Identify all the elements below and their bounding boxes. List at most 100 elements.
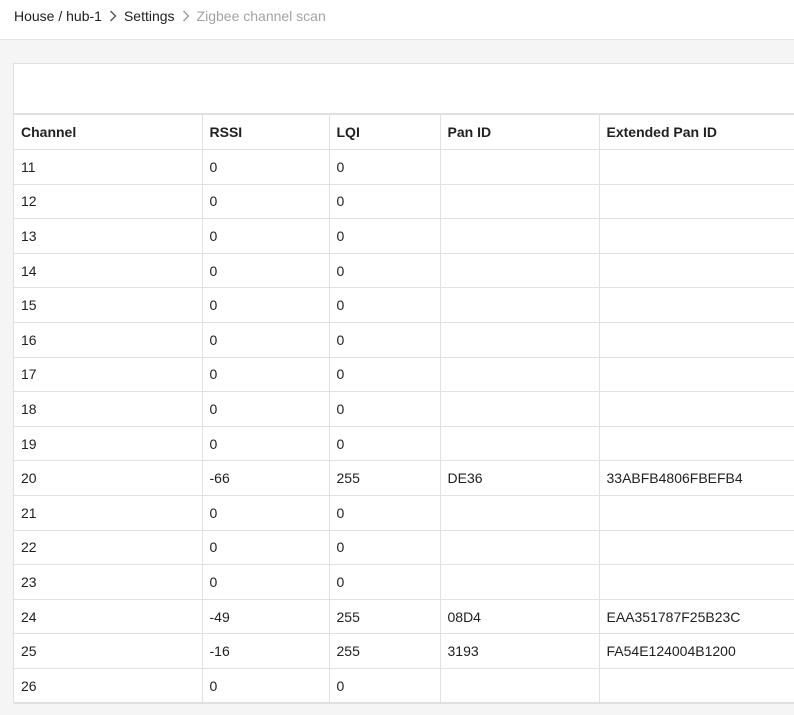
lqi-cell: 0 — [328, 494, 441, 531]
extended-pan-id-cell: EAA351787F25B23C — [598, 598, 794, 635]
pan-id-cell — [439, 356, 600, 393]
extended-pan-id-cell — [598, 529, 794, 566]
chevron-right-icon — [102, 10, 124, 22]
rssi-cell: 0 — [201, 356, 330, 393]
lqi-cell: 0 — [328, 425, 441, 462]
column-header-extended-pan-id[interactable]: Extended Pan ID — [598, 114, 794, 150]
breadcrumb-item-current: Zigbee channel scan — [196, 8, 326, 24]
lqi-cell: 255 — [328, 460, 441, 496]
table-row: 14 0 0 — [14, 252, 794, 289]
channel-cell: 26 — [14, 667, 203, 704]
column-header-channel[interactable]: Channel — [14, 114, 203, 150]
table-body: 11 0 0 12 0 0 13 0 0 14 0 0 15 0 0 16 0 0 17 0 0 18 0 0 19 0 0 20 -6… — [14, 149, 794, 704]
rssi-cell: 0 — [201, 183, 330, 220]
pan-id-cell — [439, 252, 600, 289]
lqi-cell: 0 — [328, 218, 441, 254]
rssi-cell: 0 — [201, 149, 330, 185]
pan-id-cell — [439, 529, 600, 566]
channel-cell: 21 — [14, 494, 203, 531]
table-row: 24 -49 255 08D4 EAA351787F25B23C — [14, 598, 794, 635]
extended-pan-id-cell — [598, 321, 794, 358]
rssi-cell: 0 — [201, 667, 330, 704]
channel-scan-card: Channel RSSI LQI Pan ID Extended Pan ID … — [13, 63, 794, 704]
extended-pan-id-cell — [598, 356, 794, 393]
channel-cell: 20 — [14, 460, 203, 496]
rssi-cell: 0 — [201, 391, 330, 427]
lqi-cell: 0 — [328, 149, 441, 185]
breadcrumb: House / hub-1 Settings Zigbee channel sc… — [14, 6, 326, 26]
channel-cell: 19 — [14, 425, 203, 462]
extended-pan-id-cell: 33ABFB4806FBEFB4 — [598, 460, 794, 496]
extended-pan-id-cell — [598, 252, 794, 289]
extended-pan-id-cell — [598, 667, 794, 704]
extended-pan-id-cell — [598, 494, 794, 531]
pan-id-cell: DE36 — [439, 460, 600, 496]
breadcrumb-item-house[interactable]: House / hub-1 — [14, 8, 102, 24]
lqi-cell: 0 — [328, 667, 441, 704]
pan-id-cell — [439, 321, 600, 358]
rssi-cell: 0 — [201, 425, 330, 462]
lqi-cell: 0 — [328, 356, 441, 393]
table-row: 22 0 0 — [14, 529, 794, 566]
table-row: 13 0 0 — [14, 218, 794, 254]
pan-id-cell: 3193 — [439, 633, 600, 669]
lqi-cell: 0 — [328, 391, 441, 427]
channel-cell: 25 — [14, 633, 203, 669]
pan-id-cell — [439, 494, 600, 531]
pan-id-cell — [439, 149, 600, 185]
channel-cell: 13 — [14, 218, 203, 254]
pan-id-cell — [439, 218, 600, 254]
column-header-pan-id[interactable]: Pan ID — [439, 114, 600, 150]
table-row: 16 0 0 — [14, 321, 794, 358]
rssi-cell: 0 — [201, 252, 330, 289]
rssi-cell: -49 — [201, 598, 330, 635]
rssi-cell: 0 — [201, 218, 330, 254]
lqi-cell: 0 — [328, 287, 441, 323]
table-header-row: Channel RSSI LQI Pan ID Extended Pan ID — [14, 114, 794, 150]
table-row: 12 0 0 — [14, 183, 794, 220]
channel-cell: 12 — [14, 183, 203, 220]
pan-id-cell — [439, 183, 600, 220]
card-toolbar — [14, 64, 794, 114]
column-header-lqi[interactable]: LQI — [328, 114, 441, 150]
lqi-cell: 255 — [328, 633, 441, 669]
rssi-cell: 0 — [201, 287, 330, 323]
chevron-right-icon — [175, 10, 197, 22]
table-row: 23 0 0 — [14, 564, 794, 600]
pan-id-cell: 08D4 — [439, 598, 600, 635]
lqi-cell: 0 — [328, 183, 441, 220]
column-header-rssi[interactable]: RSSI — [201, 114, 330, 150]
pan-id-cell — [439, 667, 600, 704]
pan-id-cell — [439, 425, 600, 462]
extended-pan-id-cell — [598, 183, 794, 220]
pan-id-cell — [439, 391, 600, 427]
table-row: 15 0 0 — [14, 287, 794, 323]
channel-cell: 22 — [14, 529, 203, 566]
table-row: 20 -66 255 DE36 33ABFB4806FBEFB4 — [14, 460, 794, 496]
lqi-cell: 0 — [328, 564, 441, 600]
channel-cell: 23 — [14, 564, 203, 600]
table-row: 17 0 0 — [14, 356, 794, 393]
breadcrumb-item-settings[interactable]: Settings — [124, 8, 175, 24]
extended-pan-id-cell — [598, 218, 794, 254]
rssi-cell: 0 — [201, 494, 330, 531]
table-row: 18 0 0 — [14, 391, 794, 427]
channel-scan-table: Channel RSSI LQI Pan ID Extended Pan ID … — [14, 114, 794, 704]
lqi-cell: 255 — [328, 598, 441, 635]
extended-pan-id-cell — [598, 149, 794, 185]
extended-pan-id-cell — [598, 425, 794, 462]
extended-pan-id-cell — [598, 564, 794, 600]
lqi-cell: 0 — [328, 321, 441, 358]
rssi-cell: 0 — [201, 564, 330, 600]
rssi-cell: 0 — [201, 321, 330, 358]
table-row: 26 0 0 — [14, 667, 794, 704]
lqi-cell: 0 — [328, 252, 441, 289]
table-row: 11 0 0 — [14, 149, 794, 185]
channel-cell: 24 — [14, 598, 203, 635]
table-row: 25 -16 255 3193 FA54E124004B1200 — [14, 633, 794, 669]
rssi-cell: 0 — [201, 529, 330, 566]
channel-cell: 15 — [14, 287, 203, 323]
table-row: 21 0 0 — [14, 494, 794, 531]
extended-pan-id-cell — [598, 287, 794, 323]
extended-pan-id-cell: FA54E124004B1200 — [598, 633, 794, 669]
